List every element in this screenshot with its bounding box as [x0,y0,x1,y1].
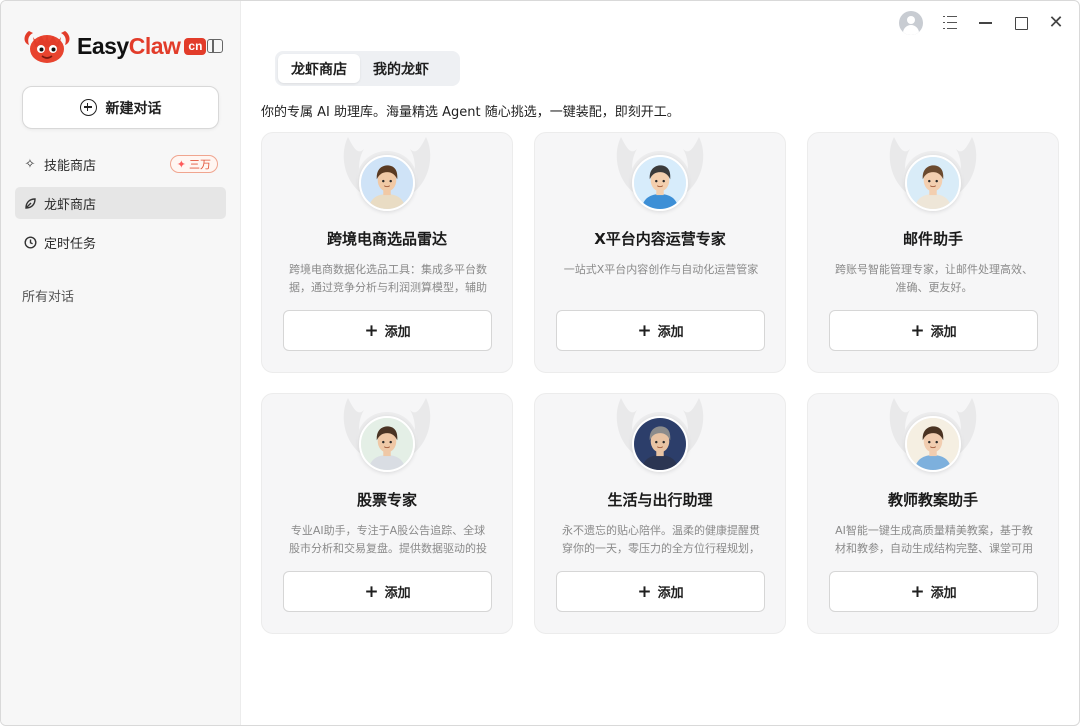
add-label: 添加 [657,586,684,601]
user-avatar-button[interactable] [899,11,923,35]
lobster-logo-icon [21,27,73,65]
plus-icon: + [637,320,652,341]
agent-title: 跨境电商选品雷达 [326,230,447,248]
agent-card[interactable]: 教师教案助手 AI智能一键生成高质量精美教案，基于教材和教参，自动生成结构完整、… [807,393,1059,634]
add-label: 添加 [930,586,957,601]
plus-circle-icon [79,99,97,116]
sidebar-item-lobster-store[interactable]: 龙虾商店 [15,187,226,219]
app-logo: EasyClaw cn [21,27,207,65]
agent-title: 邮件助手 [902,230,963,248]
tab-lobster-store[interactable]: 龙虾商店 [278,54,360,83]
agent-avatar [905,155,961,211]
sidebar-item-label: 龙虾商店 [44,197,97,213]
page-intro: 你的专属 AI 助理库。海量精选 Agent 随心挑选，一键装配，即刻开工。 [261,105,680,120]
logo-badge: cn [184,37,207,55]
plus-icon: + [637,581,652,602]
agent-avatar [359,155,415,211]
agent-title: 教师教案助手 [887,491,978,509]
maximize-icon[interactable] [1013,11,1029,35]
agent-description: 一站式X平台内容创作与自动化运营管家 [563,263,759,276]
agent-card[interactable]: 股票专家 专业AI助手，专注于A股公告追踪、全球股市分析和交易复盘。提供数据驱动… [261,393,513,634]
add-agent-button[interactable]: + 添加 [829,571,1038,612]
sparkle-badge-icon: ✦ [176,157,186,171]
agent-card[interactable]: 跨境电商选品雷达 跨境电商数据化选品工具：集成多平台数据，通过竞争分析与利润测算… [261,132,513,373]
agent-description: 专业AI助手，专注于A股公告追踪、全球股市分析和交易复盘。提供数据驱动的投资决策… [289,524,487,555]
plus-icon: + [910,320,925,341]
agent-card[interactable]: 邮件助手 跨账号智能管理专家，让邮件处理高效、准确、更友好。 + 添加 [807,132,1059,373]
agent-avatar [905,416,961,472]
sidebar-item-skill-store[interactable]: ✧ 技能商店 ✦ 三万 [15,148,226,180]
agent-description: 跨境电商数据化选品工具：集成多平台数据，通过竞争分析与利润测算模型，辅助卖家快速… [289,263,487,294]
sidebar: EasyClaw cn 新建对话 ✧ 技能商店 ✦ 三万 龙虾商店 定时任务 所有… [1,1,241,725]
add-label: 添加 [384,586,411,601]
sparkle-icon: ✧ [24,156,36,172]
add-agent-button[interactable]: + 添加 [556,571,765,612]
add-label: 添加 [384,325,411,340]
plus-icon: + [364,581,379,602]
add-agent-button[interactable]: + 添加 [283,310,492,351]
store-tabs: 龙虾商店 我的龙虾 [275,51,460,86]
sidebar-item-label: 定时任务 [44,236,97,252]
minimize-icon[interactable] [977,11,993,35]
new-chat-button[interactable]: 新建对话 [22,86,219,129]
agent-card[interactable]: X平台内容运营专家 一站式X平台内容创作与自动化运营管家 + 添加 [534,132,786,373]
add-agent-button[interactable]: + 添加 [556,310,765,351]
agent-description: 永不遗忘的贴心陪伴。温柔的健康提醒贯穿你的一天，零压力的全方位行程规划，智能安排… [562,524,760,555]
clock-icon [23,235,37,249]
agent-card[interactable]: 生活与出行助理 永不遗忘的贴心陪伴。温柔的健康提醒贯穿你的一天，零压力的全方位行… [534,393,786,634]
agent-avatar [359,416,415,472]
agent-title: 股票专家 [356,491,417,509]
add-label: 添加 [930,325,957,340]
close-icon[interactable]: ✕ [1047,11,1065,35]
app-window: EasyClaw cn 新建对话 ✧ 技能商店 ✦ 三万 龙虾商店 定时任务 所有… [0,0,1080,726]
tab-my-lobsters[interactable]: 我的龙虾 [360,54,442,83]
app-name: EasyClaw [77,32,181,59]
add-label: 添加 [657,325,684,340]
add-agent-button[interactable]: + 添加 [829,310,1038,351]
agent-description: AI智能一键生成高质量精美教案，基于教材和教参，自动生成结构完整、课堂可用的教学… [835,524,1033,555]
add-agent-button[interactable]: + 添加 [283,571,492,612]
agent-avatar [632,155,688,211]
leaf-icon [23,196,37,210]
plus-icon: + [910,581,925,602]
plus-icon: + [364,320,379,341]
sidebar-item-scheduled-tasks[interactable]: 定时任务 [15,226,226,258]
skill-count-badge: ✦ 三万 [169,155,218,173]
new-chat-label: 新建对话 [105,100,162,117]
menu-icon[interactable] [941,11,959,35]
sidebar-toggle-icon[interactable] [207,39,223,53]
agent-title: X平台内容运营专家 [594,230,726,248]
all-chats-label: 所有对话 [22,290,75,305]
agent-avatar [632,416,688,472]
agent-description: 跨账号智能管理专家，让邮件处理高效、准确、更友好。 [835,263,1033,294]
agent-title: 生活与出行助理 [607,491,713,509]
sidebar-item-label: 技能商店 [44,158,97,174]
